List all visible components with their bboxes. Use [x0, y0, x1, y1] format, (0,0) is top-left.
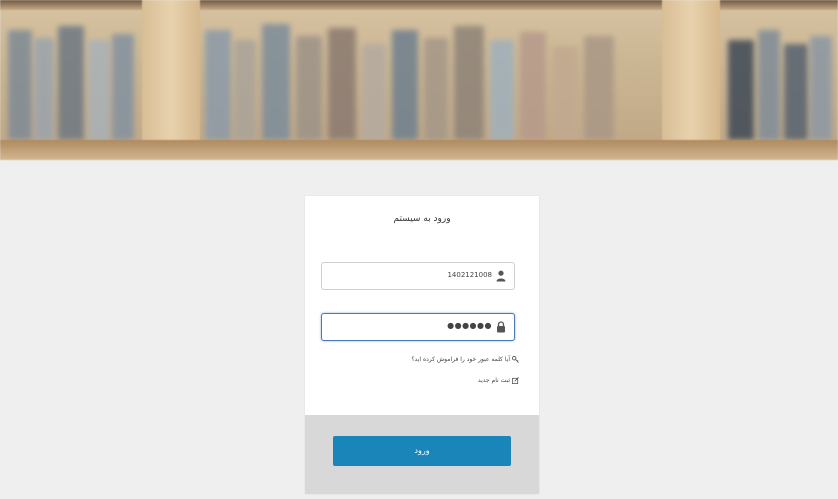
header-banner-bookshelf: [0, 0, 838, 160]
book: [520, 32, 546, 140]
book: [552, 46, 578, 140]
card-footer: ورود: [305, 415, 539, 494]
book: [728, 40, 754, 140]
book: [234, 40, 256, 140]
username-field[interactable]: 1402121008: [321, 262, 515, 290]
edit-icon: [512, 377, 519, 384]
book: [584, 36, 614, 140]
login-button[interactable]: ورود: [333, 436, 511, 466]
book: [88, 40, 110, 140]
register-text: ثبت نام جدید: [477, 377, 510, 384]
book: [34, 38, 54, 140]
password-value: ●●●●●●: [447, 321, 492, 330]
book: [205, 30, 231, 140]
book: [392, 30, 418, 140]
book: [58, 26, 84, 140]
book: [328, 28, 356, 140]
forgot-password-text: آیا کلمه عبور خود را فراموش کرده اید؟: [411, 356, 510, 363]
login-title: ورود به سیستم: [393, 214, 451, 224]
login-card: ورود به سیستم 1402121008 ●●●●●● آیا کلمه…: [305, 196, 539, 494]
shelf-post: [142, 0, 200, 160]
lock-icon: [497, 321, 505, 333]
book: [262, 24, 290, 140]
register-link[interactable]: ثبت نام جدید: [478, 377, 519, 384]
book: [112, 34, 134, 140]
book: [8, 30, 32, 140]
key-icon: [512, 356, 519, 363]
shelf-board: [0, 140, 838, 160]
book: [758, 30, 780, 140]
username-value: 1402121008: [447, 271, 492, 279]
book: [784, 44, 808, 140]
book: [362, 44, 386, 140]
user-icon: [496, 270, 506, 282]
book: [296, 36, 322, 140]
book: [490, 40, 514, 140]
password-field[interactable]: ●●●●●●: [321, 313, 515, 341]
book: [454, 26, 484, 140]
book: [424, 38, 448, 140]
forgot-password-link[interactable]: آیا کلمه عبور خود را فراموش کرده اید؟: [411, 356, 519, 363]
book: [810, 36, 832, 140]
shelf-post: [662, 0, 720, 160]
